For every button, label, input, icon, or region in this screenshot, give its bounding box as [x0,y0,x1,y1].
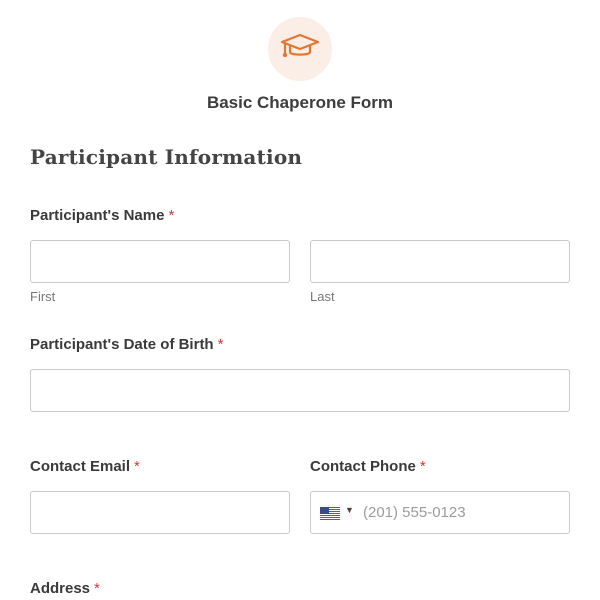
first-sublabel: First [30,289,56,304]
phone-label-text: Contact Phone [310,458,416,475]
required-mark: * [168,207,175,224]
phone-input-placeholder[interactable]: (201) 555-0123 [363,504,466,521]
graduation-cap-icon [279,32,321,67]
last-sublabel: Last [310,289,335,304]
first-name-input[interactable] [30,240,290,283]
phone-label: Contact Phone * [310,458,426,475]
email-label-text: Contact Email [30,458,131,475]
required-mark: * [217,336,224,353]
required-mark: * [94,580,100,597]
address-label: Address * [30,580,100,597]
email-input[interactable] [30,491,290,534]
address-label-text: Address [30,580,91,597]
dob-label: Participant's Date of Birth * [30,336,223,353]
form-title: Basic Chaperone Form [206,93,394,112]
chevron-down-icon[interactable]: ▼ [345,505,354,515]
phone-field[interactable]: ▼ (201) 555-0123 [310,491,570,534]
required-mark: * [419,458,426,475]
section-title: Participant Information [30,145,303,169]
form-logo [268,17,332,81]
email-label: Contact Email * [30,458,140,475]
dob-label-text: Participant's Date of Birth [30,336,214,353]
us-flag-icon[interactable] [320,507,340,520]
name-label-text: Participant's Name [30,207,165,224]
required-mark: * [134,458,140,475]
last-name-input[interactable] [310,240,570,283]
dob-input[interactable] [30,369,570,412]
name-label: Participant's Name * [30,207,174,224]
